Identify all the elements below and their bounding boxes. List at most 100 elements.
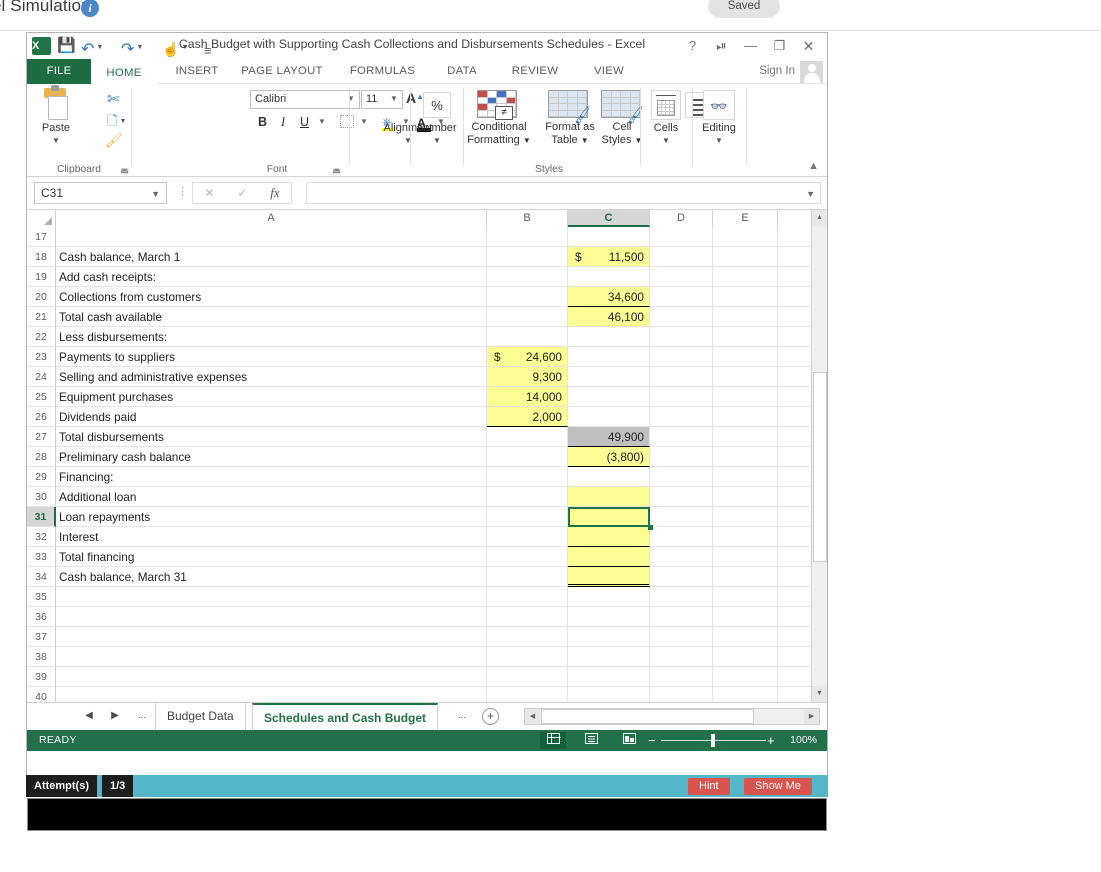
zoom-out-button[interactable]: −	[648, 733, 656, 748]
enter-formula-icon[interactable]: ✓	[237, 186, 247, 200]
cell-C34[interactable]	[568, 567, 650, 587]
cell-C35[interactable]	[568, 587, 650, 607]
cell-B23[interactable]: $24,600	[487, 347, 568, 367]
row-header-32[interactable]: 32	[27, 527, 56, 547]
hint-button[interactable]: Hint	[688, 778, 730, 795]
cell-A27[interactable]: Total disbursements	[56, 427, 487, 447]
row-header-23[interactable]: 23	[27, 347, 56, 367]
row-header-24[interactable]: 24	[27, 367, 56, 387]
cell-E19[interactable]	[713, 267, 778, 287]
cell-A38[interactable]	[56, 647, 487, 667]
cell-B29[interactable]	[487, 467, 568, 487]
cell-F17[interactable]	[778, 227, 812, 247]
cell-E34[interactable]	[713, 567, 778, 587]
cell-E31[interactable]	[713, 507, 778, 527]
cell-D39[interactable]	[650, 667, 713, 687]
close-icon[interactable]: ✕	[794, 36, 823, 56]
scroll-up-icon[interactable]: ▲	[812, 210, 827, 226]
show-me-button[interactable]: Show Me	[744, 778, 812, 795]
cell-A29[interactable]: Financing:	[56, 467, 487, 487]
cell-E36[interactable]	[713, 607, 778, 627]
cell-B35[interactable]	[487, 587, 568, 607]
font-name-input[interactable]: Calibri	[250, 90, 360, 109]
cell-E24[interactable]	[713, 367, 778, 387]
ribbon-group-editing[interactable]: 👓 Editing ▼	[693, 84, 745, 177]
cell-F24[interactable]	[778, 367, 812, 387]
add-sheet-button[interactable]: +	[482, 708, 499, 725]
cell-E35[interactable]	[713, 587, 778, 607]
row-header-27[interactable]: 27	[27, 427, 56, 447]
cell-A17[interactable]	[56, 227, 487, 247]
conditional-formatting-icon[interactable]: ≠	[477, 90, 519, 120]
cell-C38[interactable]	[568, 647, 650, 667]
cell-C27[interactable]: 49,900	[568, 427, 650, 447]
cell-D22[interactable]	[650, 327, 713, 347]
cell-C31[interactable]	[568, 507, 650, 527]
cell-A32[interactable]: Interest	[56, 527, 487, 547]
page-layout-view-icon[interactable]	[578, 732, 604, 749]
sheet-overflow-right-icon[interactable]: ...	[454, 710, 470, 721]
paste-icon[interactable]	[41, 88, 71, 120]
ribbon-group-number[interactable]: % Number ▼	[411, 84, 463, 177]
formula-input[interactable]: ▼	[306, 182, 821, 204]
cell-E29[interactable]	[713, 467, 778, 487]
cell-F20[interactable]	[778, 287, 812, 307]
scroll-right-icon[interactable]: ▶	[804, 709, 819, 724]
cell-E21[interactable]	[713, 307, 778, 327]
cell-E20[interactable]	[713, 287, 778, 307]
cell-C29[interactable]	[568, 467, 650, 487]
cell-D38[interactable]	[650, 647, 713, 667]
ribbon-group-alignment[interactable]: Alignment ▼	[350, 84, 408, 177]
cell-E39[interactable]	[713, 667, 778, 687]
cell-A24[interactable]: Selling and administrative expenses	[56, 367, 487, 387]
bold-button[interactable]: B	[258, 115, 267, 129]
tab-file[interactable]: FILE	[27, 59, 91, 84]
cell-E25[interactable]	[713, 387, 778, 407]
cell-A36[interactable]	[56, 607, 487, 627]
cell-B28[interactable]	[487, 447, 568, 467]
cell-E27[interactable]	[713, 427, 778, 447]
tab-data[interactable]: DATA	[432, 59, 492, 84]
cell-C40[interactable]	[568, 687, 650, 702]
select-all-corner[interactable]	[27, 210, 56, 227]
row-header-36[interactable]: 36	[27, 607, 56, 627]
cell-F22[interactable]	[778, 327, 812, 347]
zoom-level[interactable]: 100%	[790, 734, 817, 746]
avatar[interactable]	[800, 61, 823, 83]
cell-E38[interactable]	[713, 647, 778, 667]
tab-formulas[interactable]: FORMULAS	[340, 59, 425, 84]
cell-B24[interactable]: 9,300	[487, 367, 568, 387]
cell-A40[interactable]	[56, 687, 487, 702]
cell-D28[interactable]	[650, 447, 713, 467]
cell-E17[interactable]	[713, 227, 778, 247]
info-icon[interactable]: i	[81, 0, 99, 17]
horizontal-scrollbar-thumb[interactable]	[541, 709, 754, 724]
sheet-overflow-left-icon[interactable]: ...	[134, 710, 150, 721]
scroll-down-icon[interactable]: ▼	[812, 686, 827, 702]
restore-icon[interactable]: ❐	[765, 36, 794, 56]
next-sheet-icon[interactable]: ▶	[107, 710, 123, 721]
cell-F19[interactable]	[778, 267, 812, 287]
underline-button[interactable]: U	[300, 115, 309, 129]
cell-E30[interactable]	[713, 487, 778, 507]
cell-E33[interactable]	[713, 547, 778, 567]
scroll-left-icon[interactable]: ◀	[525, 709, 540, 724]
cell-F29[interactable]	[778, 467, 812, 487]
cell-B31[interactable]	[487, 507, 568, 527]
tab-review[interactable]: REVIEW	[497, 59, 573, 84]
conditional-formatting-label[interactable]: Conditional Formatting ▼	[458, 121, 540, 147]
cell-F40[interactable]	[778, 687, 812, 702]
cut-icon[interactable]: ✄	[107, 90, 120, 108]
percent-style-icon[interactable]: %	[423, 92, 451, 118]
cell-D29[interactable]	[650, 467, 713, 487]
cell-F21[interactable]	[778, 307, 812, 327]
cancel-formula-icon[interactable]: ✕	[204, 186, 214, 200]
font-dialog-launcher-icon[interactable]: ◛	[332, 163, 341, 174]
row-header-37[interactable]: 37	[27, 627, 56, 647]
cell-C21[interactable]: 46,100	[568, 307, 650, 327]
vertical-scrollbar-thumb[interactable]	[813, 372, 827, 562]
cell-D23[interactable]	[650, 347, 713, 367]
cell-D31[interactable]	[650, 507, 713, 527]
cell-B19[interactable]	[487, 267, 568, 287]
cell-A21[interactable]: Total cash available	[56, 307, 487, 327]
